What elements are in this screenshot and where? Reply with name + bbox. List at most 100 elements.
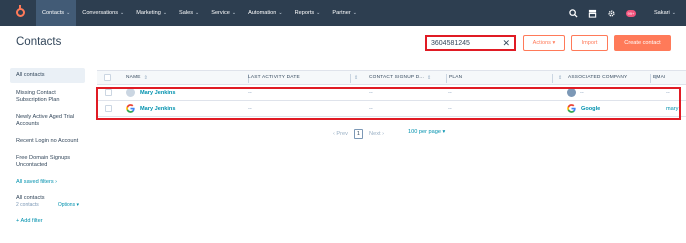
nav-item-service[interactable]: Service ⌄ — [205, 0, 242, 26]
chevron-down-icon: ⌄ — [671, 10, 676, 16]
chevron-down-icon: ⌄ — [120, 10, 125, 16]
google-logo-icon — [126, 104, 135, 113]
chevron-down-icon: ⌄ — [162, 10, 168, 16]
google-logo-icon — [567, 104, 576, 113]
account-name: Sakari — [653, 10, 670, 16]
marketplace-icon[interactable] — [586, 6, 600, 20]
nav-item-reports[interactable]: Reports ⌄ — [289, 0, 327, 26]
current-page[interactable]: 1 — [353, 129, 364, 139]
view-free-domain-signups[interactable]: Free Domain Signups Uncontacted — [10, 152, 85, 172]
view-newly-active-trial[interactable]: Newly Active Aged Trial Accounts — [10, 111, 85, 131]
row-checkbox[interactable] — [105, 89, 112, 96]
create-contact-button[interactable]: Create contact — [614, 35, 671, 51]
main-nav-menu: Contacts ⌄ Conversations ⌄ Marketing ⌄ Sale… — [36, 0, 363, 26]
plan-cell: -- — [448, 105, 452, 112]
pagination: ‹ Prev 1 Next › — [330, 129, 387, 139]
view-missing-subscription-plan[interactable]: Missing Contact Subscription Plan — [10, 87, 85, 107]
contacts-table: NAME ⇕ LAST ACTIVITY DATE ⇕ CONTACT SIGNU… — [97, 70, 686, 117]
email-cell: -- — [666, 89, 670, 96]
view-all-contacts[interactable]: All contacts — [10, 68, 85, 83]
column-label: PLAN — [449, 75, 463, 80]
chevron-down-icon: ⌄ — [231, 10, 237, 16]
hubspot-logo-icon[interactable] — [14, 5, 28, 20]
last-activity-cell: -- — [248, 89, 252, 96]
prev-page-button[interactable]: ‹ Prev — [333, 131, 348, 137]
nav-item-marketing[interactable]: Marketing ⌄ — [130, 0, 173, 26]
sort-icon[interactable]: ⇕ — [144, 75, 148, 81]
email-cell[interactable]: mary — [666, 101, 678, 116]
add-filter-link[interactable]: + Add filter — [10, 215, 85, 227]
column-header-associated-company[interactable]: ASSOCIATED COMPANY — [568, 71, 651, 84]
signup-date-cell: -- — [369, 105, 373, 112]
notifications-icon[interactable]: 99+ — [624, 6, 638, 20]
sort-icon[interactable]: ⇕ — [558, 75, 562, 81]
contact-name-link[interactable]: Mary Jenkins — [140, 90, 175, 96]
import-button[interactable]: Import — [571, 35, 608, 51]
row-select-cell — [105, 101, 112, 116]
actions-dropdown-button[interactable]: Actions ▾ — [523, 35, 565, 51]
per-page-dropdown[interactable]: 100 per page ▾ — [408, 129, 445, 135]
column-header-contact-signup[interactable]: CONTACT SIGNUP D... ⇕ — [369, 71, 447, 84]
filter-section-meta: 2 contacts Options ▾ — [10, 201, 85, 209]
chevron-down-icon: ⌄ — [195, 10, 200, 16]
nav-item-label: Partner — [332, 10, 351, 16]
search-input[interactable] — [431, 39, 501, 47]
contact-count: 2 contacts — [16, 202, 39, 208]
view-recent-login-no-account[interactable]: Recent Login no Account — [10, 135, 85, 148]
table-row[interactable]: Mary Jenkins -- -- -- Google mary — [97, 101, 686, 117]
plan-cell: -- — [448, 89, 452, 96]
column-header-plan[interactable]: PLAN — [449, 71, 553, 84]
next-page-button[interactable]: Next › — [369, 131, 384, 137]
contact-name-link[interactable]: Mary Jenkins — [140, 106, 175, 112]
contact-name-cell[interactable]: Mary Jenkins — [126, 101, 175, 116]
column-header-email[interactable]: EMAI — [653, 71, 686, 84]
nav-item-conversations[interactable]: Conversations ⌄ — [76, 0, 130, 26]
top-navigation-bar: Contacts ⌄ Conversations ⌄ Marketing ⌄ Sale… — [0, 0, 686, 26]
company-cell: -- — [567, 85, 584, 100]
person-avatar-icon — [126, 88, 135, 97]
account-menu[interactable]: Sakari ⌄ — [654, 10, 676, 16]
all-saved-filters-link[interactable]: All saved filters › — [10, 176, 85, 188]
company-placeholder-icon — [567, 88, 576, 97]
column-label: NAME — [126, 75, 141, 80]
nav-item-automation[interactable]: Automation ⌄ — [242, 0, 289, 26]
column-header-last-activity[interactable]: LAST ACTIVITY DATE — [247, 71, 351, 84]
table-row[interactable]: Mary Jenkins -- -- -- -- -- — [97, 85, 686, 101]
chevron-down-icon: ⌄ — [352, 10, 357, 16]
table-header-row: NAME ⇕ LAST ACTIVITY DATE ⇕ CONTACT SIGNU… — [97, 70, 686, 85]
nav-item-contacts[interactable]: Contacts ⌄ — [36, 0, 77, 26]
column-label: ASSOCIATED COMPANY — [568, 75, 628, 80]
nav-item-label: Reports — [294, 10, 315, 16]
nav-item-label: Service — [211, 10, 230, 16]
nav-item-label: Marketing — [136, 10, 161, 16]
settings-gear-icon[interactable] — [605, 6, 619, 20]
page-title: Contacts — [16, 36, 62, 48]
column-sort-plan[interactable]: ⇕ — [555, 71, 569, 84]
nav-item-sales[interactable]: Sales ⌄ — [173, 0, 205, 26]
notification-badge: 99+ — [625, 9, 637, 17]
sort-icon[interactable]: ⇕ — [427, 75, 431, 81]
nav-item-partner[interactable]: Partner ⌄ — [326, 0, 363, 26]
search-icon[interactable] — [567, 6, 581, 20]
views-sidebar: All contacts Missing Contact Subscriptio… — [10, 68, 85, 227]
signup-date-cell: -- — [369, 89, 373, 96]
company-name-link[interactable]: Google — [581, 106, 600, 112]
company-cell[interactable]: Google — [567, 101, 600, 116]
column-label: CONTACT SIGNUP D... — [369, 75, 424, 80]
contact-search-box[interactable]: ✕ — [425, 35, 516, 51]
nav-item-label: Contacts — [42, 10, 65, 16]
nav-utilities: 99+ Sakari ⌄ — [562, 0, 676, 26]
contact-name-cell[interactable]: Mary Jenkins — [126, 85, 175, 100]
options-dropdown[interactable]: Options ▾ — [58, 202, 79, 208]
clear-search-icon[interactable]: ✕ — [502, 38, 510, 49]
select-all-checkbox[interactable] — [104, 74, 111, 81]
nav-item-label: Conversations — [82, 10, 119, 16]
sort-icon[interactable]: ⇕ — [354, 75, 358, 81]
row-checkbox[interactable] — [105, 105, 112, 112]
row-select-cell — [105, 85, 112, 100]
column-header-name[interactable]: NAME ⇕ — [126, 71, 249, 84]
chevron-down-icon: ⌄ — [316, 10, 321, 16]
select-all-cell — [104, 71, 116, 84]
column-label: EMAI — [653, 75, 666, 80]
nav-item-label: Sales — [179, 10, 194, 16]
